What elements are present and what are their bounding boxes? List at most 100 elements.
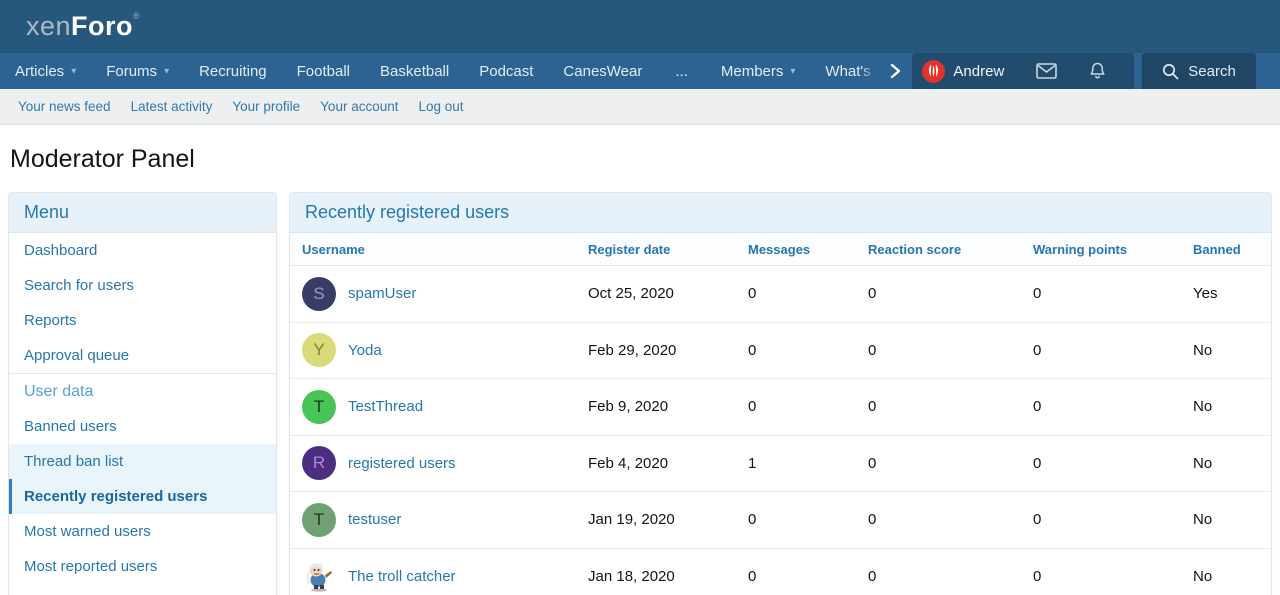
nav-basketball[interactable]: Basketball <box>365 53 464 89</box>
site-logo[interactable]: xenForo® <box>26 11 140 42</box>
recently-registered-users-panel: Recently registered users Username Regis… <box>289 192 1272 595</box>
nav-forums[interactable]: Forums▾ <box>91 53 184 89</box>
main-navbar: Articles▾ Forums▾ Recruiting Football Ba… <box>0 53 1280 89</box>
nav-recruiting[interactable]: Recruiting <box>184 53 282 89</box>
cartoon-avatar-image <box>302 560 336 594</box>
sidebar-item-most-ignored-users[interactable]: Most ignored users <box>9 584 276 595</box>
col-username: Username <box>302 242 588 257</box>
avatar[interactable]: T <box>302 390 336 424</box>
register-date: Feb 4, 2020 <box>588 455 748 472</box>
sidebar-item-most-warned-users[interactable]: Most warned users <box>9 514 276 549</box>
sidebar-item-search-for-users[interactable]: Search for users <box>9 268 276 303</box>
nav-podcast[interactable]: Podcast <box>464 53 548 89</box>
avatar[interactable]: R <box>302 446 336 480</box>
col-warning-points: Warning points <box>1033 242 1193 257</box>
table-row: T testuser Jan 19, 2020 0 0 0 No <box>290 492 1271 549</box>
page-title: Moderator Panel <box>0 125 1280 192</box>
table-row: The troll catcher Jan 18, 2020 0 0 0 No <box>290 549 1271 595</box>
sidebar-item-reports[interactable]: Reports <box>9 303 276 338</box>
sidebar-item-banned-users[interactable]: Banned users <box>9 409 276 444</box>
table-row: T TestThread Feb 9, 2020 0 0 0 No <box>290 379 1271 436</box>
sidebar-item-most-reported-users[interactable]: Most reported users <box>9 549 276 584</box>
username-link[interactable]: spamUser <box>348 285 416 302</box>
envelope-icon <box>1036 63 1057 79</box>
warning-points: 0 <box>1033 511 1193 528</box>
logo-trademark: ® <box>133 11 140 21</box>
register-date: Jan 19, 2020 <box>588 511 748 528</box>
panel-title: Recently registered users <box>290 193 1271 233</box>
table-row: R registered users Feb 4, 2020 1 0 0 No <box>290 436 1271 493</box>
banned-value: Yes <box>1193 285 1271 302</box>
banned-value: No <box>1193 568 1271 585</box>
subnav-your-account[interactable]: Your account <box>310 99 408 114</box>
subnav-your-profile[interactable]: Your profile <box>222 99 310 114</box>
reaction-score: 0 <box>868 342 1033 359</box>
username-link[interactable]: testuser <box>348 511 401 528</box>
user-name[interactable]: Andrew <box>953 63 1004 80</box>
content-area: Menu Dashboard Search for users Reports … <box>0 192 1280 595</box>
sidebar-item-dashboard[interactable]: Dashboard <box>9 233 276 268</box>
alerts-button[interactable] <box>1073 53 1122 89</box>
col-banned: Banned <box>1193 242 1271 257</box>
nav-members[interactable]: Members▾ <box>706 53 811 89</box>
moderator-menu-panel: Menu Dashboard Search for users Reports … <box>8 192 277 595</box>
nav-caneswear[interactable]: CanesWear <box>548 53 657 89</box>
username-link[interactable]: TestThread <box>348 398 423 415</box>
register-date: Jan 18, 2020 <box>588 568 748 585</box>
menu-panel-title: Menu <box>9 193 276 233</box>
register-date: Oct 25, 2020 <box>588 285 748 302</box>
username-link[interactable]: registered users <box>348 455 456 472</box>
warning-points: 0 <box>1033 568 1193 585</box>
nav-whats-new[interactable]: What's <box>810 53 876 89</box>
nav-scroll-chevron-icon[interactable] <box>878 53 912 89</box>
register-date: Feb 9, 2020 <box>588 398 748 415</box>
table-row: Y Yoda Feb 29, 2020 0 0 0 No <box>290 323 1271 380</box>
banned-value: No <box>1193 455 1271 472</box>
avatar[interactable]: T <box>302 503 336 537</box>
user-menu[interactable]: Andrew <box>912 53 1134 89</box>
username-link[interactable]: Yoda <box>348 342 382 359</box>
reaction-score: 0 <box>868 398 1033 415</box>
banned-value: No <box>1193 342 1271 359</box>
messages-count: 0 <box>748 511 868 528</box>
avatar[interactable] <box>302 560 336 594</box>
search-button[interactable]: Search <box>1142 53 1256 89</box>
col-register-date: Register date <box>588 242 748 257</box>
sidebar-item-approval-queue[interactable]: Approval queue <box>9 338 276 373</box>
warning-points: 0 <box>1033 285 1193 302</box>
subnav-log-out[interactable]: Log out <box>408 99 473 114</box>
site-header: xenForo® <box>0 0 1280 53</box>
banned-value: No <box>1193 511 1271 528</box>
sidebar-item-thread-ban-list[interactable]: Thread ban list <box>9 444 276 479</box>
chevron-down-icon: ▾ <box>71 66 76 77</box>
messages-count: 0 <box>748 568 868 585</box>
register-date: Feb 29, 2020 <box>588 342 748 359</box>
col-messages: Messages <box>748 242 868 257</box>
inbox-button[interactable] <box>1020 53 1073 89</box>
sidebar-section-user-data: User data <box>9 373 276 409</box>
table-header-row: Username Register date Messages Reaction… <box>290 233 1271 266</box>
chevron-down-icon: ▾ <box>790 66 795 77</box>
nav-football[interactable]: Football <box>282 53 365 89</box>
warning-points: 0 <box>1033 342 1193 359</box>
reaction-score: 0 <box>868 285 1033 302</box>
subnav-news-feed[interactable]: Your news feed <box>8 99 121 114</box>
nav-articles[interactable]: Articles▾ <box>0 53 91 89</box>
nav-overflow[interactable]: ... <box>657 53 706 89</box>
chevron-down-icon: ▾ <box>164 66 169 77</box>
messages-count: 0 <box>748 398 868 415</box>
reaction-score: 0 <box>868 511 1033 528</box>
avatar <box>922 60 945 83</box>
warning-points: 0 <box>1033 455 1193 472</box>
bell-icon <box>1089 62 1106 80</box>
table-row: S spamUser Oct 25, 2020 0 0 0 Yes <box>290 266 1271 323</box>
subnav-latest-activity[interactable]: Latest activity <box>121 99 223 114</box>
reaction-score: 0 <box>868 568 1033 585</box>
sidebar-item-recently-registered-users[interactable]: Recently registered users <box>9 479 276 514</box>
messages-count: 1 <box>748 455 868 472</box>
avatar[interactable]: S <box>302 277 336 311</box>
username-link[interactable]: The troll catcher <box>348 568 456 585</box>
truncation-fade <box>862 53 876 89</box>
avatar[interactable]: Y <box>302 333 336 367</box>
warning-points: 0 <box>1033 398 1193 415</box>
